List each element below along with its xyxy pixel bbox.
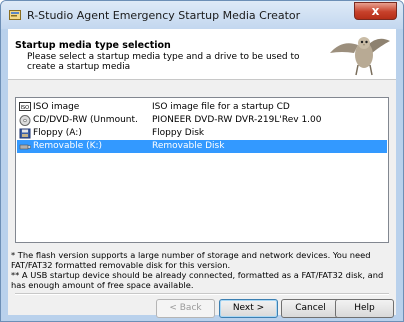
owl-logo-icon (330, 37, 390, 76)
note-flash-version: * The flash version supports a large num… (11, 250, 371, 270)
media-description: ISO image file for a startup CD (152, 102, 290, 112)
notes: * The flash version supports a large num… (11, 250, 393, 290)
media-name: Floppy (A:) (33, 128, 82, 138)
divider (15, 293, 389, 295)
help-button[interactable]: Help (335, 299, 394, 318)
usb-drive-icon (19, 144, 31, 150)
wizard-body: Startup media type selection Please sele… (8, 29, 396, 318)
page-title: Startup media type selection (15, 40, 171, 51)
media-name: ISO image (33, 102, 80, 112)
window-title: R-Studio Agent Emergency Startup Media C… (27, 9, 301, 22)
title-bar[interactable]: R-Studio Agent Emergency Startup Media C… (1, 1, 403, 29)
page-description: Please select a startup media type and a… (27, 52, 300, 72)
note-usb-device: ** A USB startup device should be alread… (11, 270, 384, 290)
iso-image-icon: ISO (19, 102, 31, 111)
back-button[interactable]: < Back (156, 299, 215, 318)
list-item-selected[interactable]: Removable (K:) Removable Disk (17, 140, 387, 153)
svg-text:ISO: ISO (21, 105, 30, 111)
list-item[interactable]: Floppy (A:) Floppy Disk (17, 127, 387, 140)
floppy-drive-icon (19, 128, 31, 139)
media-name: CD/DVD-RW (Unmount... (33, 115, 138, 125)
list-item[interactable]: ISO ISO image ISO image file for a start… (17, 101, 387, 114)
media-name: Removable (K:) (33, 141, 103, 151)
media-description: Removable Disk (152, 141, 225, 151)
cd-dvd-drive-icon (19, 115, 31, 126)
close-button[interactable]: x (354, 2, 397, 20)
media-description: Floppy Disk (152, 128, 205, 138)
list-item[interactable]: CD/DVD-RW (Unmount... PIONEER DVD-RW DVR… (17, 114, 387, 127)
next-button[interactable]: Next > (219, 299, 278, 318)
close-icon: x (371, 4, 380, 18)
cancel-button[interactable]: Cancel (281, 299, 340, 318)
wizard-window: R-Studio Agent Emergency Startup Media C… (0, 0, 404, 322)
app-icon (9, 10, 21, 20)
media-description: PIONEER DVD-RW DVR-219L'Rev 1.00 (152, 115, 322, 125)
wizard-header: Startup media type selection Please sele… (8, 29, 396, 80)
media-type-list[interactable]: ISO ISO image ISO image file for a start… (15, 97, 389, 243)
